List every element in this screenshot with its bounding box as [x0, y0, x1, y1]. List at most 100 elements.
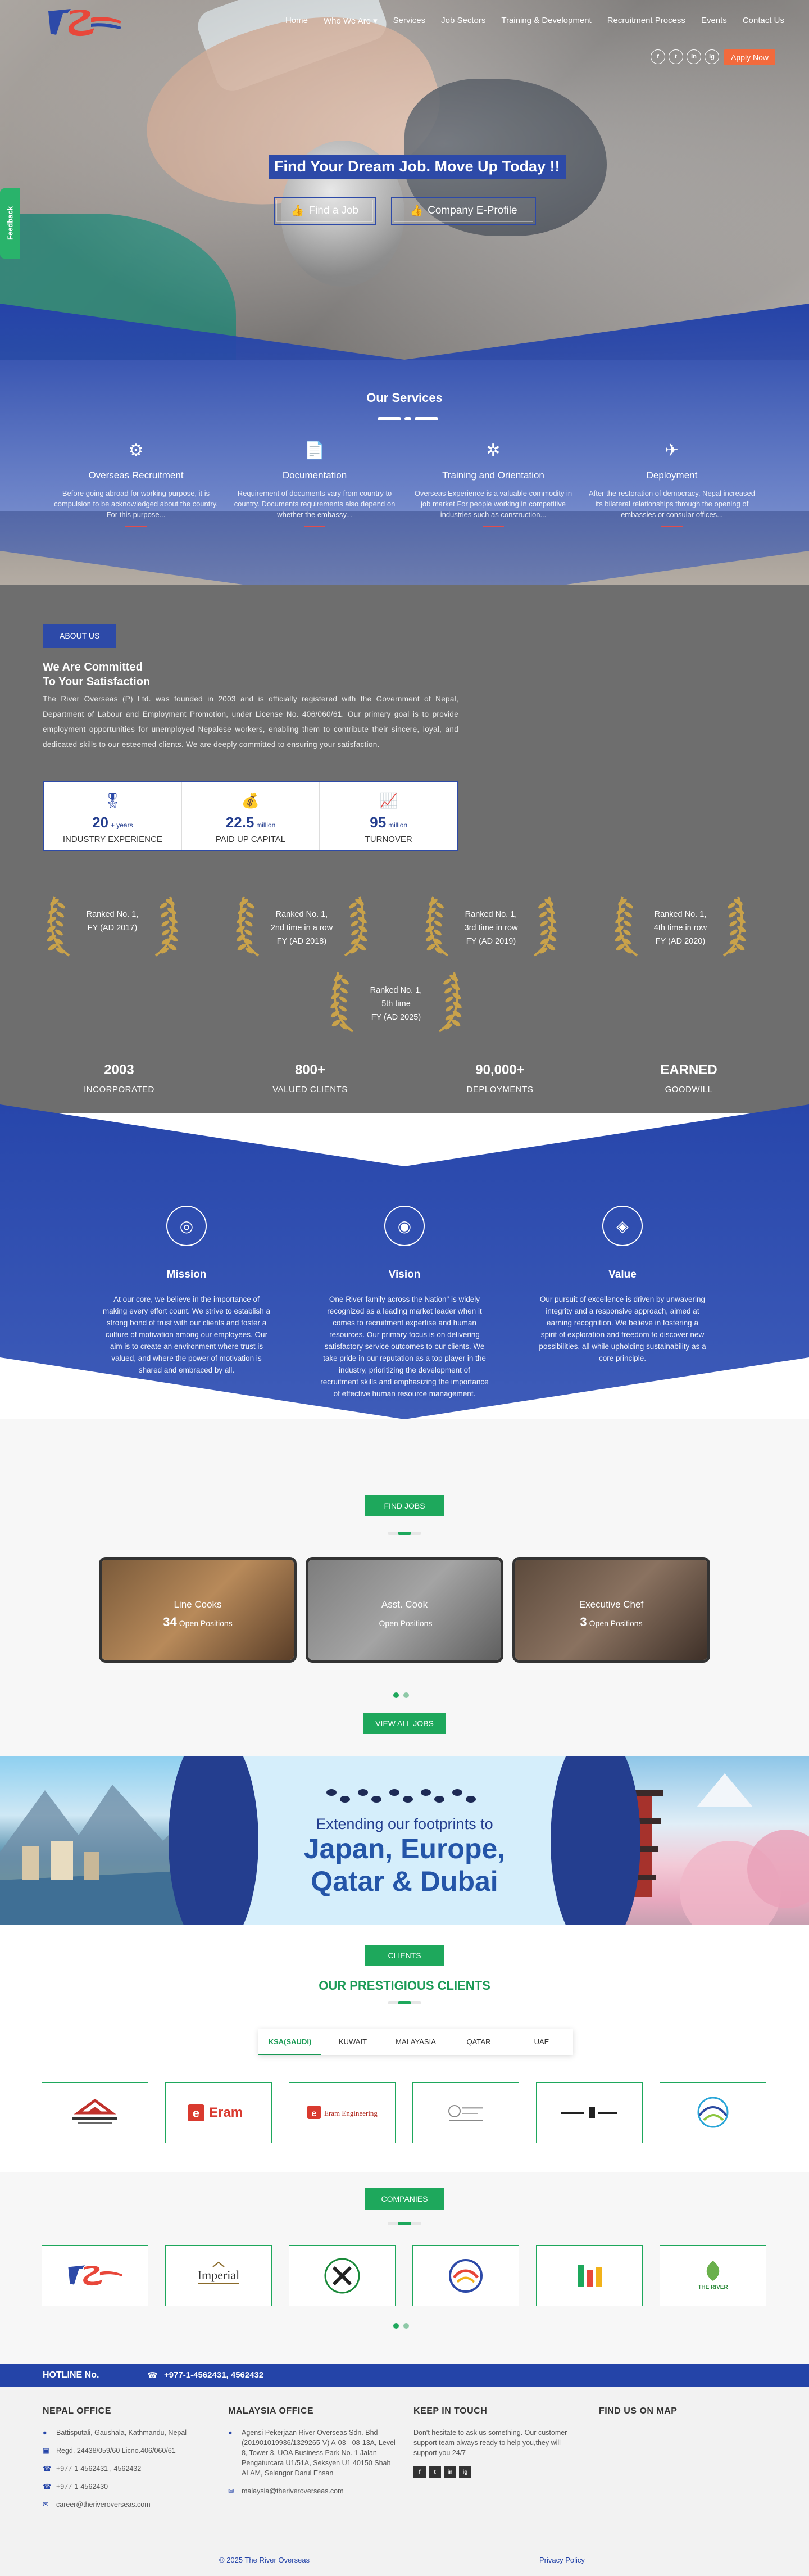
service-divider — [125, 526, 147, 527]
client-logo[interactable] — [42, 2082, 148, 2143]
company-logo[interactable] — [42, 2245, 148, 2306]
malaysia-email[interactable]: ✉ malaysia@theriveroverseas.com — [228, 2486, 397, 2496]
tab-ksa[interactable]: KSA(SAUDI) — [258, 2029, 321, 2055]
nav-training[interactable]: Training & Development — [493, 16, 599, 26]
client-logo[interactable]: e Eram Engineering — [289, 2082, 396, 2143]
about-heading-line-1: We Are Committed — [43, 661, 143, 673]
twitter-icon[interactable]: t — [429, 2466, 441, 2478]
award-text: Ranked No. 1, 2nd time in a row FY (AD 201… — [254, 908, 349, 948]
company-logo[interactable] — [412, 2245, 519, 2306]
service-card[interactable]: 📄 Documentation Requirement of documents… — [230, 438, 399, 527]
award-text: Ranked No. 1, FY (AD 2017) — [65, 908, 160, 935]
privacy-policy-link[interactable]: Privacy Policy — [539, 2556, 585, 2564]
stat-label: PAID UP CAPITAL — [215, 835, 286, 844]
hotline-number[interactable]: +977-1-4562431, 4562432 — [164, 2370, 263, 2380]
service-desc: After the restoration of democracy, Nepa… — [588, 489, 756, 519]
nav-recruitment-process[interactable]: Recruitment Process — [599, 16, 693, 26]
clients-heading: OUR PRESTIGIOUS CLIENTS — [319, 1979, 490, 1993]
client-logo[interactable] — [536, 2082, 643, 2143]
nav-home[interactable]: Home — [278, 16, 316, 26]
company-logo-image — [578, 2265, 602, 2287]
company-logo[interactable]: Imperial — [165, 2245, 272, 2306]
facebook-icon[interactable]: f — [413, 2466, 426, 2478]
counter-label: DEPLOYMENTS — [466, 1085, 534, 1094]
instagram-icon[interactable]: ig — [459, 2466, 471, 2478]
main-nav: Home Who We Are ▾ Services Job Sectors T… — [278, 16, 792, 26]
award-line: FY (AD 2019) — [466, 937, 516, 946]
nepal-phone[interactable]: ☎ +977-1-4562431 , 4562432 — [43, 2464, 211, 2474]
award-line: 2nd time in a row — [270, 923, 333, 932]
companies-carousel-dots[interactable] — [393, 2323, 409, 2329]
tab-uae[interactable]: UAE — [510, 2029, 573, 2055]
clients-section: CLIENTS OUR PRESTIGIOUS CLIENTS KSA(SAUD… — [0, 1925, 809, 2172]
malaysia-address-text: Agensi Pekerjaan River Overseas Sdn. Bhd… — [242, 2429, 396, 2477]
nav-who-we-are[interactable]: Who We Are ▾ — [316, 16, 385, 26]
about-paragraph: The River Overseas (P) Ltd. was founded … — [43, 695, 458, 749]
award-line: Ranked No. 1, — [465, 910, 517, 919]
client-logo[interactable]: e Eram — [165, 2082, 272, 2143]
jobs-carousel-dots[interactable] — [393, 1692, 409, 1698]
keep-in-touch-text: Don't hesitate to ask us something. Our … — [413, 2429, 567, 2457]
counter-number: EARNED — [660, 1062, 717, 1078]
award-text: Ranked No. 1, 5th time FY (AD 2025) — [348, 984, 444, 1024]
award-text: Ranked No. 1, 3rd time in row FY (AD 2019) — [443, 908, 539, 948]
service-desc: Before going abroad for working purpose,… — [54, 489, 218, 519]
nav-services[interactable]: Services — [385, 16, 434, 26]
company-logo[interactable] — [536, 2245, 643, 2306]
company-logo-image — [449, 2259, 483, 2293]
service-name: Training and Orientation — [442, 470, 544, 481]
stat-unit: million — [388, 821, 408, 829]
client-logo-image — [561, 2107, 617, 2118]
view-all-jobs-button[interactable]: VIEW ALL JOBS — [363, 1713, 446, 1734]
client-logo[interactable] — [660, 2082, 766, 2143]
linkedin-icon[interactable]: in — [687, 49, 701, 64]
linkedin-icon[interactable]: in — [444, 2466, 456, 2478]
about-us-button[interactable]: ABOUT US — [43, 624, 117, 648]
find-job-button[interactable]: 👍 Find a Job — [274, 197, 376, 225]
company-logo[interactable] — [289, 2245, 396, 2306]
stats-box: 🎖 20 + years INDUSTRY EXPERIENCE 💰 22.5 … — [43, 781, 458, 851]
nav-events[interactable]: Events — [693, 16, 735, 26]
about-heading: We Are Committed To Your Satisfaction — [43, 660, 211, 689]
mvv-title: Mission — [166, 1269, 207, 1280]
service-card[interactable]: ✈ Deployment After the restoration of de… — [588, 438, 756, 527]
keep-in-touch: KEEP IN TOUCH Don't hesitate to ask us s… — [413, 2406, 582, 2478]
companies-pill[interactable]: COMPANIES — [365, 2188, 444, 2210]
company-logo[interactable]: THE RIVER — [660, 2245, 766, 2306]
svg-text:e: e — [312, 2109, 317, 2118]
nav-contact[interactable]: Contact Us — [735, 16, 792, 26]
mvv-title: Vision — [388, 1269, 421, 1280]
clients-pill[interactable]: CLIENTS — [365, 1945, 444, 1966]
nav-job-sectors[interactable]: Job Sectors — [433, 16, 493, 26]
tab-qatar[interactable]: QATAR — [447, 2029, 510, 2055]
instagram-icon[interactable]: ig — [705, 49, 719, 64]
tab-malaysia[interactable]: MALAYASIA — [384, 2029, 447, 2055]
training-icon: ✲ — [486, 441, 501, 460]
job-card[interactable]: Line Cooks 34 Open Positions — [99, 1557, 297, 1663]
job-card[interactable]: Executive Chef 3 Open Positions — [512, 1557, 710, 1663]
svg-text:e: e — [193, 2106, 199, 2120]
company-eprofile-button[interactable]: 👍 Company E-Profile — [391, 197, 536, 225]
client-logo[interactable] — [412, 2082, 519, 2143]
service-card[interactable]: ✲ Training and Orientation Overseas Expe… — [409, 438, 578, 527]
service-card[interactable]: ⚙ Overseas Recruitment Before going abro… — [52, 438, 220, 527]
site-logo[interactable] — [43, 6, 126, 40]
footer-heading: MALAYSIA OFFICE — [228, 2406, 314, 2416]
apply-now-button[interactable]: Apply Now — [724, 49, 775, 65]
nepal-email[interactable]: ✉ career@theriveroverseas.com — [43, 2500, 211, 2510]
tab-kuwait[interactable]: KUWAIT — [321, 2029, 384, 2055]
mvv-desc: At our core, we believe in the importanc… — [102, 1295, 271, 1374]
facebook-icon[interactable]: f — [651, 49, 665, 64]
award-line: FY (AD 2020) — [655, 937, 706, 946]
svg-text:Eram Engineering: Eram Engineering — [324, 2109, 378, 2117]
find-jobs-pill[interactable]: FIND JOBS — [365, 1495, 444, 1516]
envelope-icon: ✉ — [228, 2487, 234, 2495]
award-item: Ranked No. 1, FY (AD 2017) — [42, 891, 183, 964]
feedback-tab[interactable]: Feedback — [0, 188, 20, 259]
job-card[interactable]: Asst. Cook Open Positions — [306, 1557, 503, 1663]
header-social-links: f t in ig — [651, 49, 719, 64]
twitter-icon[interactable]: t — [669, 49, 683, 64]
nepal-fax[interactable]: ☎ +977-1-4562430 — [43, 2482, 211, 2492]
phone-icon: ☎ — [43, 2465, 52, 2473]
company-logo-image — [68, 2265, 123, 2286]
